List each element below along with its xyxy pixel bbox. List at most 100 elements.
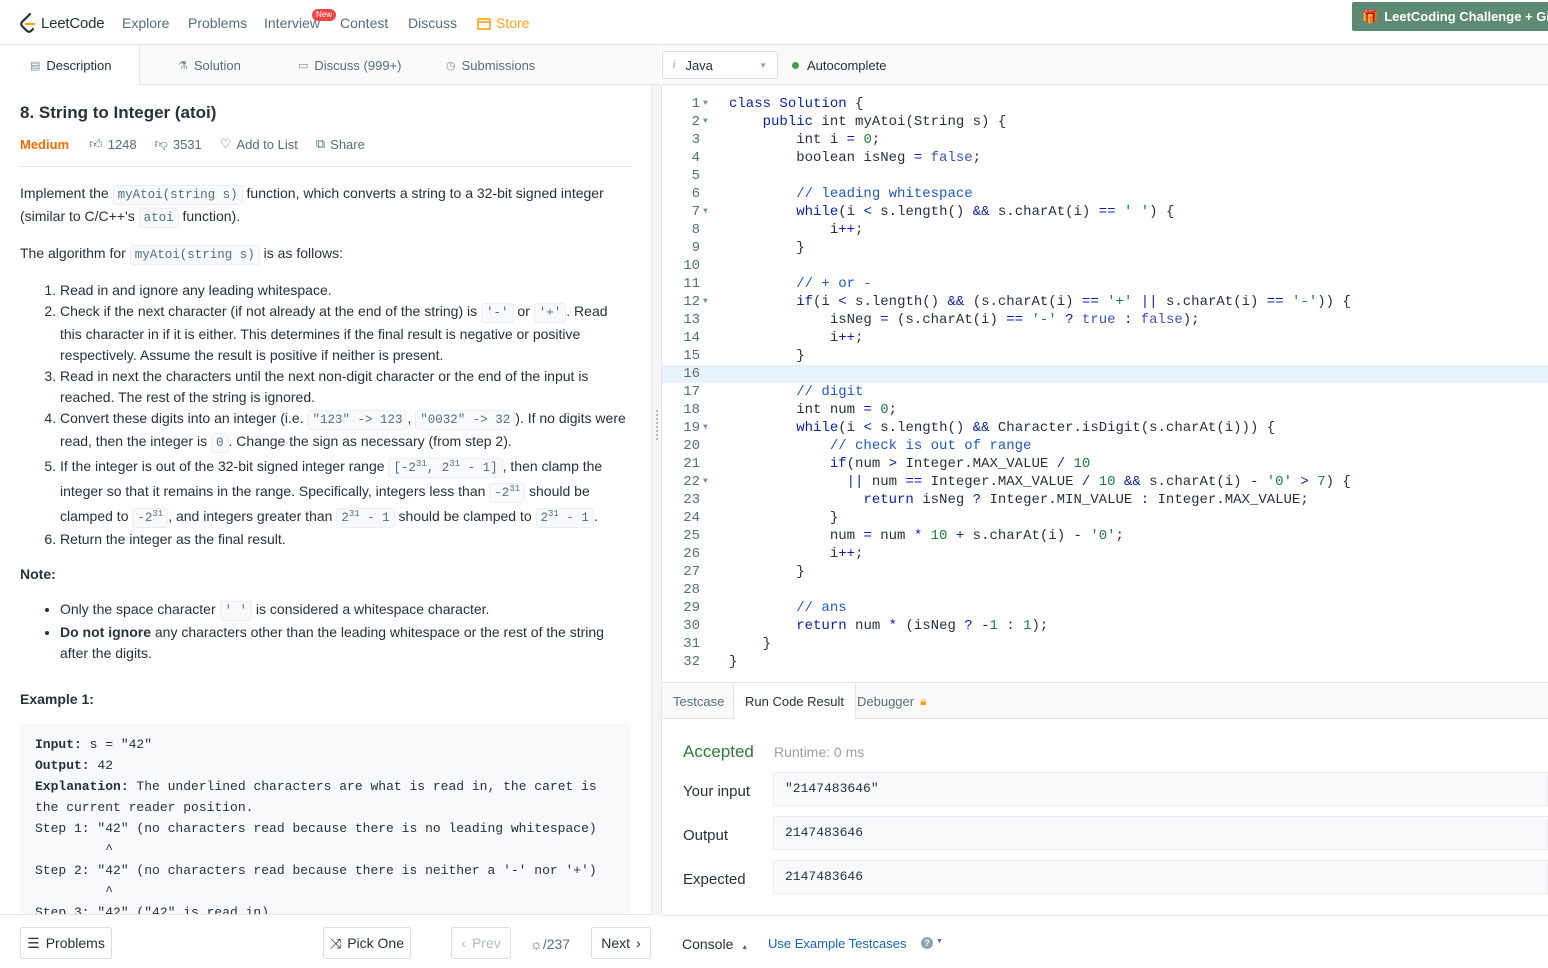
nav-problems[interactable]: Problems: [188, 15, 247, 31]
code-line: 23 return isNeg ? Integer.MIN_VALUE : In…: [662, 491, 1548, 509]
share-button[interactable]: ⧉ Share: [316, 136, 365, 152]
algo-text: is as follows:: [259, 245, 343, 261]
drag-handle-icon: [656, 410, 658, 440]
inline-code-min: -231: [489, 483, 526, 504]
code-text: // leading whitespace: [796, 186, 973, 202]
code-text: isNeg = (s.charAt(i) == '-' ? true : fal…: [729, 312, 1200, 328]
add-to-list-button[interactable]: ♡ Add to List: [220, 136, 298, 152]
language-select[interactable]: i Java ▼: [662, 51, 778, 79]
line-number: 23: [683, 492, 700, 508]
line-number: 1: [691, 96, 700, 112]
inline-code: myAtoi(string s): [129, 245, 260, 265]
code-line: 5: [662, 167, 1548, 185]
step-text: Convert these digits into an integer (i.…: [60, 410, 308, 426]
code-line: 29 // ans: [662, 599, 1548, 617]
caret-down-icon[interactable]: ▼: [936, 938, 943, 945]
line-number: 3: [691, 132, 700, 148]
like-button[interactable]: 👍︎ 1248: [89, 136, 137, 152]
fold-icon[interactable]: ▼: [703, 203, 708, 221]
line-number: 21: [683, 456, 700, 472]
line-number: 20: [683, 438, 700, 454]
steps-list: Read in and ignore any leading whitespac…: [60, 280, 632, 550]
tab-description[interactable]: ▤ Description: [0, 45, 140, 86]
tab-discuss[interactable]: ▭ Discuss (999+): [298, 45, 401, 85]
code-editor[interactable]: 1 ▼ class Solution { 2 ▼ public int myAtoi(…: [662, 86, 1548, 682]
code-text: if(num > Integer.MAX_VALUE / 10: [829, 456, 1091, 472]
console-label: Console: [682, 936, 734, 952]
use-example-testcases-link[interactable]: Use Example Testcases: [768, 936, 907, 951]
example-line: Step 3: "42" ("42" is read in): [35, 905, 270, 914]
code-text: class Solution {: [729, 96, 864, 112]
code-line: 12 ▼ if(i < s.length() && (s.charAt(i) ==…: [662, 293, 1548, 311]
help-icon[interactable]: ?: [921, 937, 933, 949]
inline-code: 0: [211, 433, 229, 453]
line-number: 31: [683, 636, 700, 652]
line-number: 18: [683, 402, 700, 418]
page-indicator: ☼/237: [530, 936, 570, 952]
divider: [20, 166, 631, 167]
code-text: }: [729, 636, 772, 652]
tab-testcase[interactable]: Testcase: [662, 683, 735, 720]
tab-run-code-result[interactable]: Run Code Result: [733, 683, 856, 720]
code-line: 7 ▼ while(i < s.length() && s.charAt(i) =…: [662, 203, 1548, 221]
result-tabs: Testcase Run Code Result Debugger 🔒︎: [662, 682, 1548, 720]
nav-store[interactable]: Store: [477, 15, 529, 31]
dislike-button[interactable]: 👎︎ 3531: [155, 136, 202, 152]
store-icon: [477, 17, 491, 30]
inline-code-max: 231 - 1: [535, 508, 594, 529]
nav-explore[interactable]: Explore: [122, 15, 169, 31]
code-line: 31 }: [662, 635, 1548, 653]
code-line: 24 }: [662, 509, 1548, 527]
example-block: Input: s = "42" Output: 42 Explanation: …: [20, 724, 630, 914]
fold-icon[interactable]: ▼: [703, 293, 708, 311]
chat-icon: ▭: [298, 59, 309, 72]
pane-splitter[interactable]: [651, 85, 662, 915]
thumbs-up-icon: 👍︎: [89, 136, 103, 151]
example-output-label: Output:: [35, 758, 90, 773]
line-number: 14: [683, 330, 700, 346]
run-code-result: Accepted Runtime: 0 ms Your input "21474…: [662, 719, 1548, 915]
nav-contest[interactable]: Contest: [340, 15, 388, 31]
prev-label: Prev: [471, 935, 501, 951]
step-item: Read in next the characters until the ne…: [60, 366, 632, 408]
pick-one-button[interactable]: ⤨ Pick One: [323, 927, 411, 959]
code-text: if(i < s.length() && (s.charAt(i) == '+'…: [796, 294, 1351, 310]
leetcode-logo[interactable]: LeetCode: [19, 12, 105, 34]
prev-button[interactable]: ‹ Prev: [451, 927, 511, 959]
line-number: 25: [683, 528, 700, 544]
inline-code-max: 231 - 1: [336, 508, 395, 529]
tab-debugger[interactable]: Debugger 🔒︎: [846, 683, 938, 720]
example-heading: Example 1:: [20, 691, 94, 707]
fold-icon[interactable]: ▼: [703, 113, 708, 131]
code-line: 19 ▼ while(i < s.length() && Character.is…: [662, 419, 1548, 437]
fold-icon[interactable]: ▼: [703, 95, 708, 113]
clock-icon: ◷: [446, 59, 456, 72]
code-line: 4 boolean isNeg = false;: [662, 149, 1548, 167]
problems-button-label: Problems: [45, 935, 105, 951]
list-icon: ☰: [27, 934, 40, 951]
challenge-banner[interactable]: 🎁 LeetCoding Challenge + Gi: [1352, 2, 1548, 31]
code-line: 28: [662, 581, 1548, 599]
console-button[interactable]: Console ▲: [682, 936, 748, 952]
code-text: || num == Integer.MAX_VALUE / 10 && s.ch…: [846, 474, 1351, 490]
nav-discuss[interactable]: Discuss: [408, 15, 457, 31]
challenge-label: LeetCoding Challenge + Gi: [1384, 9, 1548, 24]
code-line: 9 }: [662, 239, 1548, 257]
tab-solution[interactable]: ⚗ Solution: [178, 45, 241, 85]
top-navbar: LeetCode Explore Problems Interview New …: [0, 0, 1548, 45]
step-text: should be clamped to: [394, 508, 536, 525]
next-button[interactable]: Next ›: [591, 927, 651, 959]
fold-icon[interactable]: ▼: [703, 473, 708, 491]
expected-value: 2147483646: [773, 860, 1548, 894]
fold-icon[interactable]: ▼: [703, 419, 708, 437]
runtime-text: Runtime: 0 ms: [774, 744, 865, 760]
problem-title: 8. String to Integer (atoi): [20, 103, 217, 122]
tab-submissions[interactable]: ◷ Submissions: [446, 45, 535, 85]
code-text: // check is out of range: [829, 438, 1032, 454]
problems-button[interactable]: ☰ Problems: [20, 927, 112, 959]
status-accepted: Accepted: [683, 742, 754, 761]
code-text: // ans: [796, 600, 847, 616]
line-number: 22: [683, 474, 700, 490]
tab-description-label: Description: [46, 58, 112, 73]
autocomplete-toggle[interactable]: Autocomplete: [792, 58, 887, 73]
